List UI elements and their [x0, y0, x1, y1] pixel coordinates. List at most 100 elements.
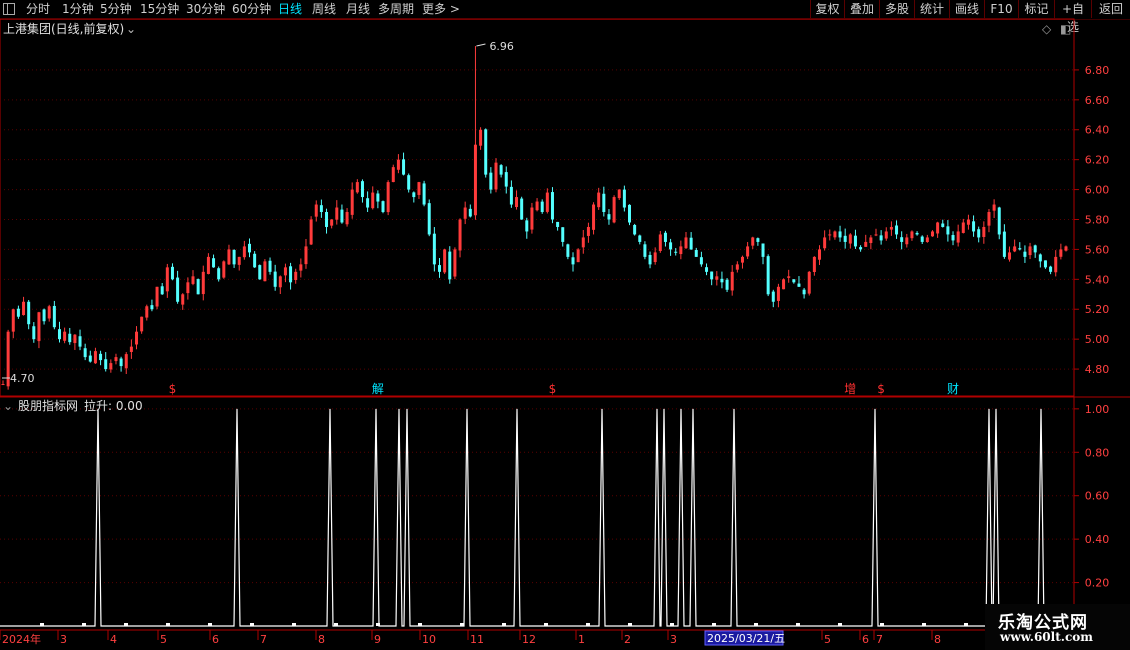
candle-body-195 [1002, 231, 1006, 257]
cursor-date-label: 2025/03/21/五 [707, 632, 785, 645]
candle-body-101 [520, 198, 524, 220]
candle-body-40 [206, 256, 210, 274]
candle-body-46 [237, 256, 241, 265]
candle-body-94 [484, 129, 488, 175]
candle-body-56 [289, 266, 293, 283]
candle-body-119 [612, 197, 616, 223]
candle-body-70 [360, 181, 364, 198]
candle-body-205 [1054, 256, 1058, 273]
candle-body-103 [530, 207, 534, 230]
candle-body-172 [884, 231, 888, 239]
candle-body-16 [83, 348, 87, 358]
indicator-dot-294 [292, 623, 296, 626]
time-label-4: 6 [212, 633, 219, 646]
candle-body-102 [525, 220, 529, 232]
candle-body-42 [217, 268, 221, 280]
candle-body-201 [1033, 245, 1037, 253]
candle-body-72 [371, 192, 375, 209]
candle-body-125 [643, 244, 647, 257]
indicator-dot-420 [418, 623, 422, 626]
candle-body-182 [936, 222, 940, 234]
candle-body-24 [124, 354, 128, 369]
time-label-13: 3 [670, 633, 677, 646]
indicator-dot-336 [334, 623, 338, 626]
candle-body-14 [73, 334, 77, 344]
candle-body-158 [812, 256, 816, 273]
chart-canvas[interactable]: 6.80 6.60 6.40 6.20 6.00 5.80 5.60 5.40 5.20 5.00… [0, 0, 1130, 650]
candle-body-187 [961, 222, 965, 233]
price-tick-label-4: 6.00 [1085, 184, 1110, 197]
candle-body-41 [212, 258, 216, 268]
candle-body-34 [176, 277, 180, 302]
candle-body-45 [232, 249, 236, 265]
candle-body-31 [160, 286, 164, 295]
candle-body-15 [78, 336, 82, 347]
candle-body-197 [1013, 246, 1017, 252]
candle-body-142 [730, 271, 734, 291]
candle-body-175 [900, 237, 904, 242]
candle-body-198 [1018, 248, 1022, 250]
candle-body-170 [874, 234, 878, 236]
candle-body-37 [191, 276, 195, 284]
candle-body-17 [88, 355, 92, 362]
candle-body-98 [504, 172, 508, 187]
indicator-dot-966 [964, 623, 968, 626]
chevron-down-icon[interactable]: ⌄ [126, 22, 136, 36]
candle-body-95 [489, 172, 493, 190]
candle-body-143 [735, 264, 739, 270]
candle-body-171 [879, 235, 883, 241]
panel-toggle-icon[interactable]: ◧ [1060, 22, 1071, 36]
candle-body-134 [689, 237, 693, 250]
candle-body-174 [895, 225, 899, 235]
candle-body-10 [52, 305, 56, 328]
candle-body-23 [119, 358, 123, 367]
indicator-dot-546 [544, 623, 548, 626]
candle-body-189 [972, 221, 976, 232]
candle-body-58 [299, 264, 303, 271]
ind-tick-label-1: 0.80 [1085, 446, 1110, 459]
high-marker-label: 6.96 [489, 40, 514, 53]
indicator-dot-126 [124, 623, 128, 626]
ind-tick-label-0: 1.00 [1085, 403, 1110, 416]
candle-body-32 [165, 267, 169, 292]
candle-body-12 [63, 331, 67, 341]
candle-body-123 [633, 224, 637, 235]
time-label-3: 5 [160, 633, 167, 646]
diamond-icon[interactable]: ◇ [1042, 22, 1051, 36]
candle-body-5 [27, 301, 31, 325]
candle-body-127 [653, 252, 657, 263]
candle-body-66 [340, 209, 344, 223]
candle-body-169 [869, 237, 873, 244]
candle-body-96 [494, 162, 498, 190]
candle-body-181 [930, 231, 934, 237]
candle-body-49 [253, 253, 257, 268]
indicator-dot-462 [460, 623, 464, 626]
candle-body-132 [679, 246, 683, 255]
candle-body-164 [843, 235, 847, 242]
time-label-2: 4 [110, 633, 117, 646]
candle-body-74 [381, 201, 385, 213]
price-tick-label-8: 5.20 [1085, 303, 1110, 316]
candle-body-200 [1028, 246, 1032, 256]
candle-body-135 [694, 250, 698, 257]
candle-body-109 [561, 227, 565, 242]
time-label-5: 7 [260, 633, 267, 646]
time-label-14: 5 [824, 633, 831, 646]
indicator-settings-icon[interactable]: ⌄ [3, 399, 13, 413]
candle-body-107 [550, 192, 554, 220]
candle-body-82 [422, 183, 426, 205]
candle-body-30 [155, 286, 159, 307]
candle-body-178 [915, 232, 919, 235]
candle-body-79 [407, 175, 411, 190]
candle-body-179 [920, 236, 924, 242]
candle-body-113 [581, 237, 585, 248]
candle-body-131 [674, 251, 678, 253]
candle-body-118 [607, 214, 611, 220]
candle-body-153 [787, 276, 791, 278]
time-label-0: 2024年 [2, 632, 41, 646]
candle-body-166 [853, 235, 857, 247]
candle-body-63 [325, 211, 329, 227]
indicator-dot-168 [166, 623, 170, 626]
candle-body-120 [617, 189, 621, 199]
time-label-16: 7 [876, 633, 883, 646]
